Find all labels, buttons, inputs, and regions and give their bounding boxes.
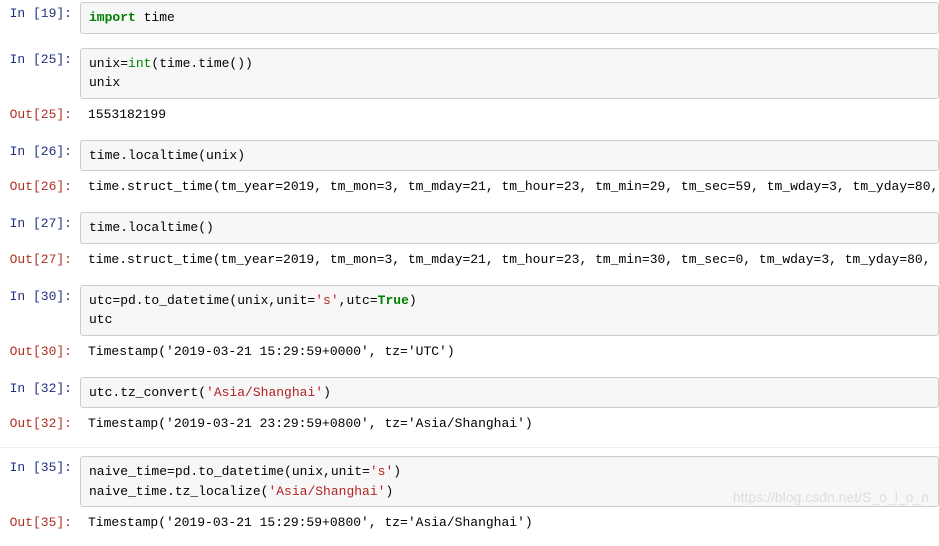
output-row: Out[25]: 1553182199	[0, 101, 939, 128]
in-prompt: In [30]:	[0, 285, 80, 308]
code-input[interactable]: import time	[80, 2, 939, 34]
output-text: Timestamp('2019-03-21 15:29:59+0000', tz…	[80, 340, 939, 363]
output-row: Out[30]: Timestamp('2019-03-21 15:29:59+…	[0, 338, 939, 365]
code-text: utc	[89, 312, 112, 327]
out-prompt: Out[32]:	[0, 412, 80, 435]
code-text: naive_time.tz_localize(	[89, 484, 268, 499]
code-text: utc.tz_convert(	[89, 385, 206, 400]
output-row: Out[26]: time.struct_time(tm_year=2019, …	[0, 173, 939, 200]
input-row: In [25]: unix=int(time.time()) unix	[0, 46, 939, 101]
builtin-int: int	[128, 56, 151, 71]
code-text: )	[385, 484, 393, 499]
output-row: Out[32]: Timestamp('2019-03-21 23:29:59+…	[0, 410, 939, 437]
code-text: ,utc=	[339, 293, 378, 308]
string-literal: 'Asia/Shanghai'	[268, 484, 385, 499]
cell-35: In [35]: naive_time=pd.to_datetime(unix,…	[0, 454, 939, 536]
in-prompt: In [32]:	[0, 377, 80, 400]
out-prompt: Out[30]:	[0, 340, 80, 363]
code-input[interactable]: utc=pd.to_datetime(unix,unit='s',utc=Tru…	[80, 285, 939, 336]
input-row: In [35]: naive_time=pd.to_datetime(unix,…	[0, 454, 939, 509]
code-input[interactable]: time.localtime(unix)	[80, 140, 939, 172]
code-text: time.localtime(unix)	[89, 148, 245, 163]
output-row: Out[35]: Timestamp('2019-03-21 15:29:59+…	[0, 509, 939, 536]
code-text: naive_time=pd.to_datetime(unix,unit=	[89, 464, 370, 479]
string-literal: 's'	[315, 293, 338, 308]
in-prompt: In [27]:	[0, 212, 80, 235]
code-input[interactable]: utc.tz_convert('Asia/Shanghai')	[80, 377, 939, 409]
input-row: In [30]: utc=pd.to_datetime(unix,unit='s…	[0, 283, 939, 338]
cell-19: In [19]: import time	[0, 0, 939, 36]
input-row: In [27]: time.localtime()	[0, 210, 939, 246]
output-text: time.struct_time(tm_year=2019, tm_mon=3,…	[80, 248, 939, 271]
out-prompt: Out[25]:	[0, 103, 80, 126]
code-text: unix	[89, 75, 120, 90]
cell-32: In [32]: utc.tz_convert('Asia/Shanghai')…	[0, 375, 939, 438]
code-text: utc=pd.to_datetime(unix,unit=	[89, 293, 315, 308]
in-prompt: In [25]:	[0, 48, 80, 71]
input-row: In [32]: utc.tz_convert('Asia/Shanghai')	[0, 375, 939, 411]
out-prompt: Out[27]:	[0, 248, 80, 271]
out-prompt: Out[35]:	[0, 511, 80, 534]
code-input[interactable]: naive_time=pd.to_datetime(unix,unit='s')…	[80, 456, 939, 507]
string-literal: 's'	[370, 464, 393, 479]
code-text: (time.time())	[151, 56, 252, 71]
input-row: In [19]: import time	[0, 0, 939, 36]
code-input[interactable]: time.localtime()	[80, 212, 939, 244]
code-text: time	[136, 10, 175, 25]
keyword-import: import	[89, 10, 136, 25]
cell-30: In [30]: utc=pd.to_datetime(unix,unit='s…	[0, 283, 939, 365]
in-prompt: In [35]:	[0, 456, 80, 479]
bool-true: True	[378, 293, 409, 308]
output-row: Out[27]: time.struct_time(tm_year=2019, …	[0, 246, 939, 273]
in-prompt: In [26]:	[0, 140, 80, 163]
cell-27: In [27]: time.localtime() Out[27]: time.…	[0, 210, 939, 273]
code-text: )	[409, 293, 417, 308]
output-text: Timestamp('2019-03-21 15:29:59+0800', tz…	[80, 511, 939, 534]
code-text: time.localtime()	[89, 220, 214, 235]
code-input[interactable]: unix=int(time.time()) unix	[80, 48, 939, 99]
code-text: unix=	[89, 56, 128, 71]
string-literal: 'Asia/Shanghai'	[206, 385, 323, 400]
divider	[0, 447, 939, 448]
input-row: In [26]: time.localtime(unix)	[0, 138, 939, 174]
code-text: )	[393, 464, 401, 479]
out-prompt: Out[26]:	[0, 175, 80, 198]
output-text: time.struct_time(tm_year=2019, tm_mon=3,…	[80, 175, 939, 198]
cell-25: In [25]: unix=int(time.time()) unix Out[…	[0, 46, 939, 128]
output-text: 1553182199	[80, 103, 939, 126]
in-prompt: In [19]:	[0, 2, 80, 25]
cell-26: In [26]: time.localtime(unix) Out[26]: t…	[0, 138, 939, 201]
output-text: Timestamp('2019-03-21 23:29:59+0800', tz…	[80, 412, 939, 435]
code-text: )	[323, 385, 331, 400]
